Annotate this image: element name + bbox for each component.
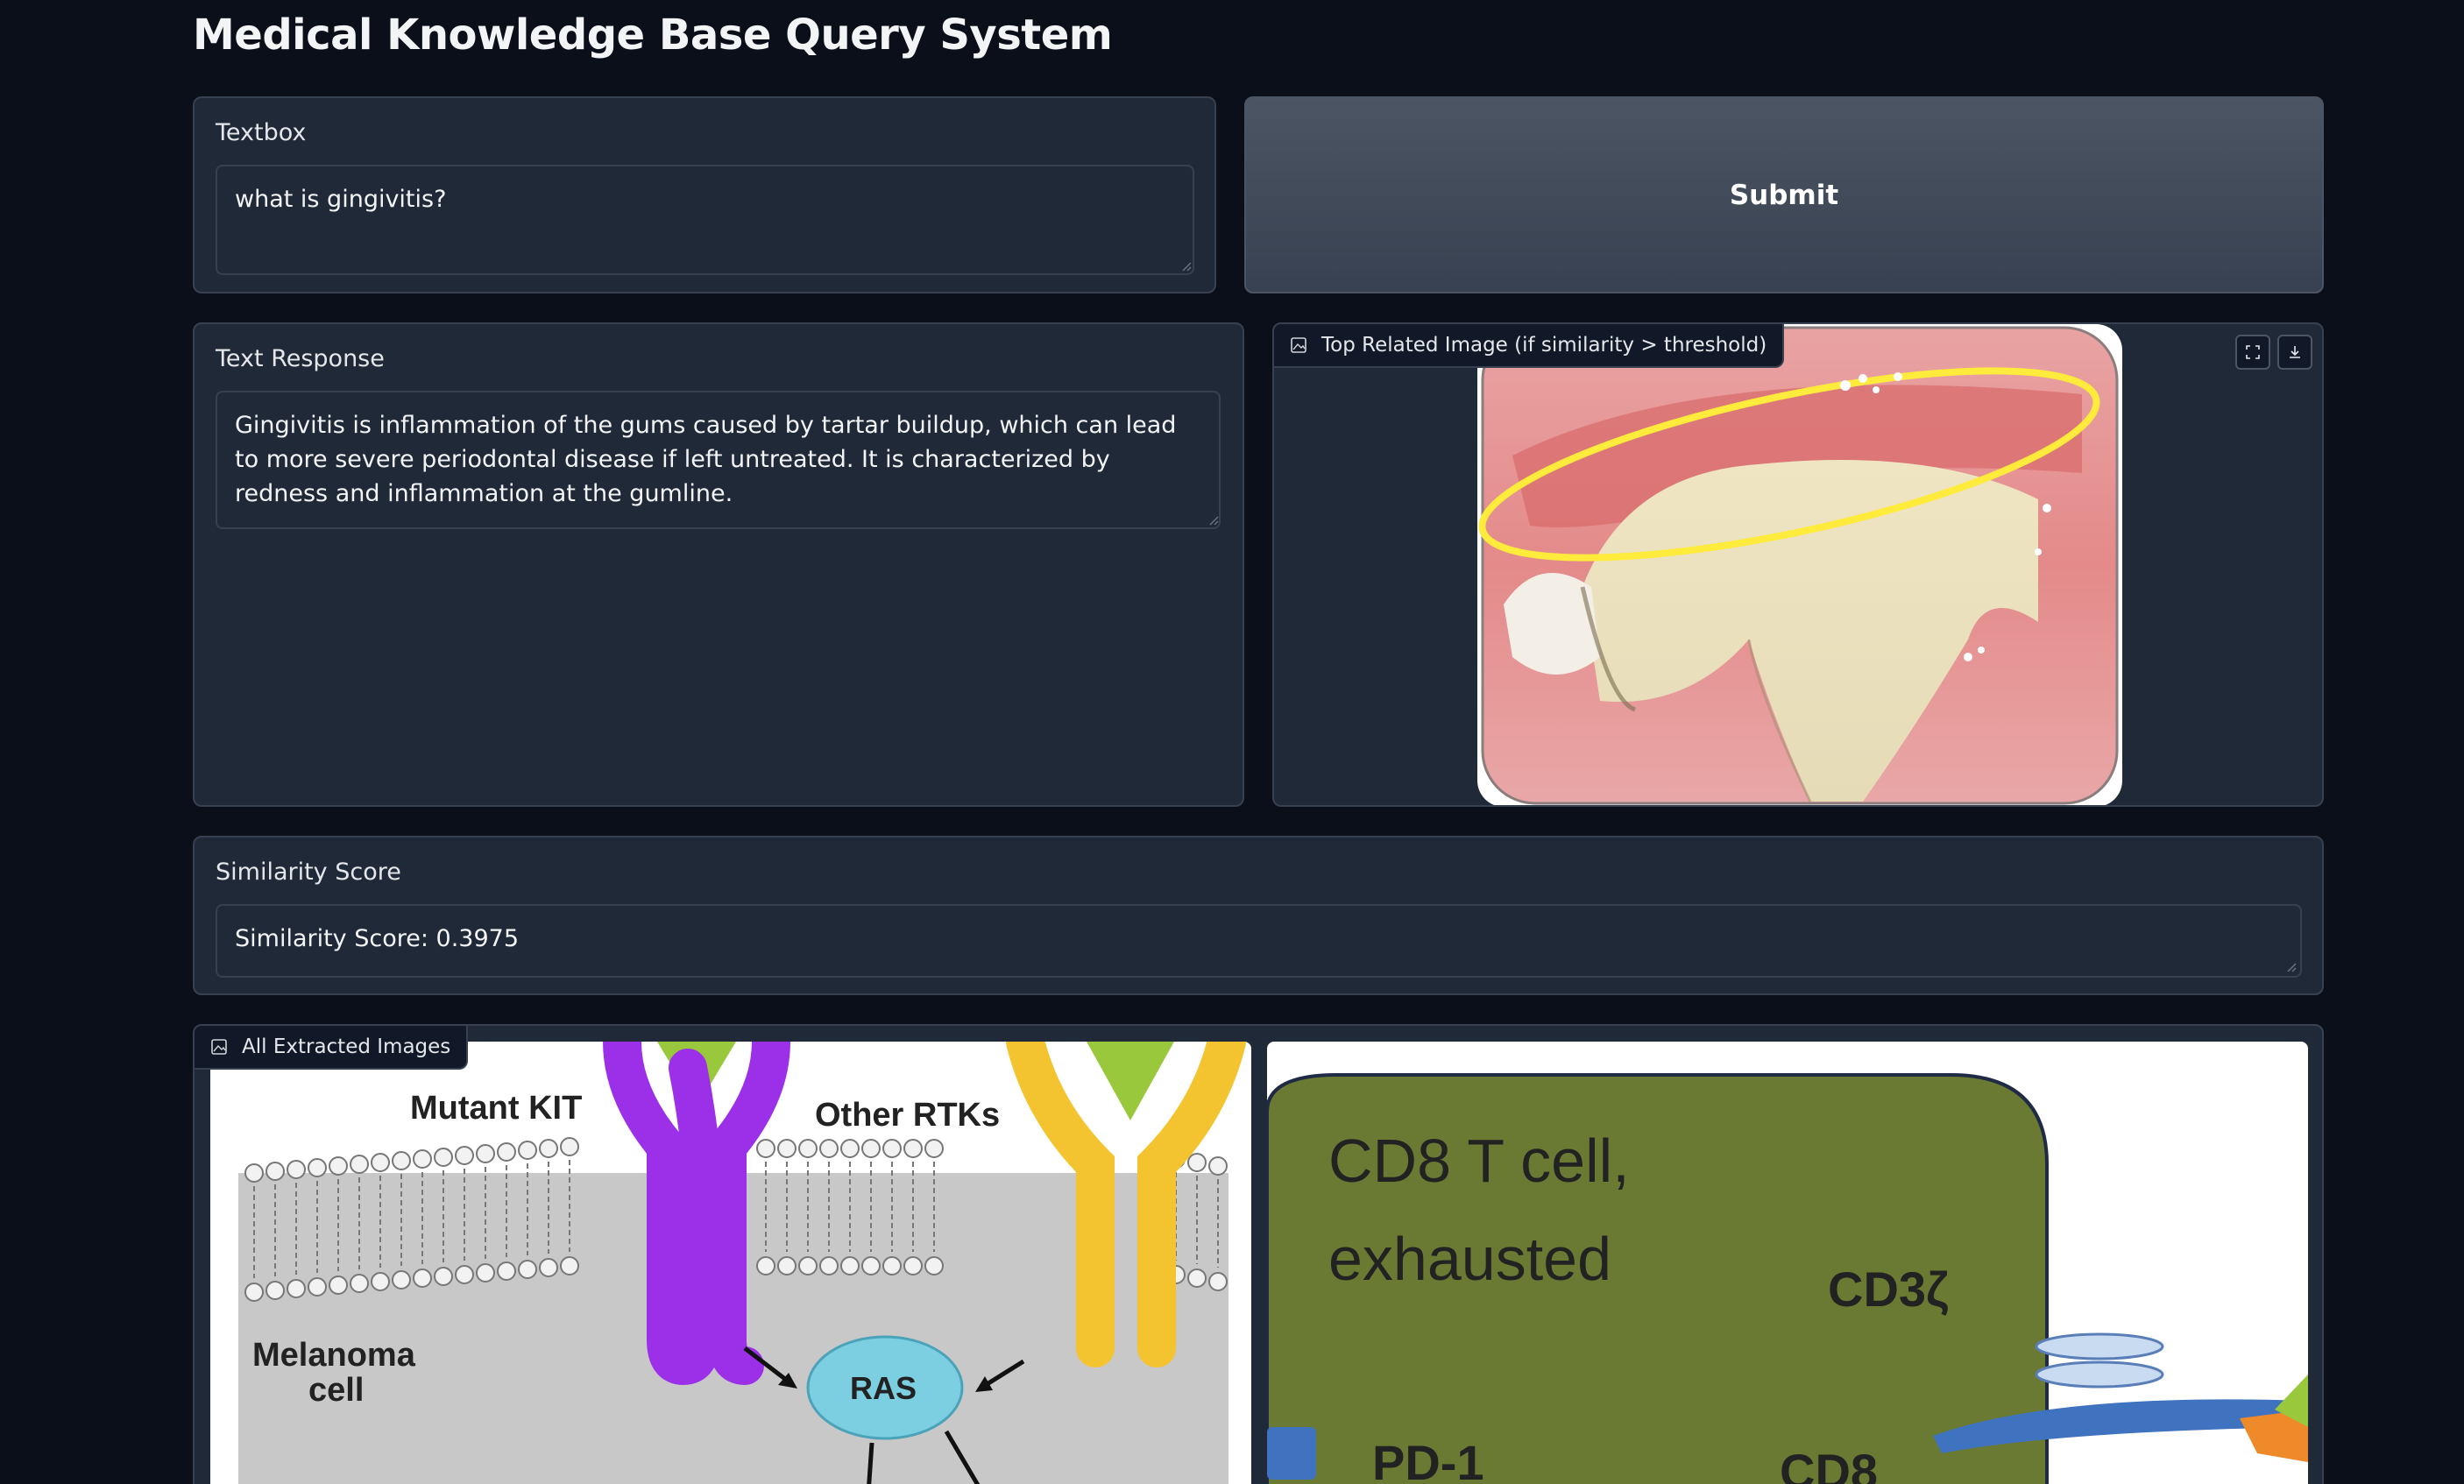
fullscreen-button[interactable] xyxy=(2235,335,2270,370)
pd1-label: PD-1 xyxy=(1372,1435,1484,1484)
melanoma-label-2: cell xyxy=(308,1372,364,1409)
cd8-cell-label-2: exhausted xyxy=(1328,1225,1611,1293)
other-rtks-label: Other RTKs xyxy=(815,1097,1000,1134)
cd8-cell-label-1: CD8 T cell, xyxy=(1328,1127,1630,1195)
resize-handle-icon[interactable] xyxy=(1179,259,1192,272)
ras-label: RAS xyxy=(850,1370,917,1406)
query-panel: Textbox what is gingivitis? xyxy=(193,96,1216,293)
response-panel: Text Response Gingivitis is inflammation… xyxy=(193,322,1244,807)
cd3z-label: CD3ζ xyxy=(1828,1261,1949,1317)
similarity-panel: Similarity Score Similarity Score: 0.397… xyxy=(193,836,2324,995)
top-image-label: Top Related Image (if similarity > thres… xyxy=(1321,334,1767,357)
cd8-label: CD8 xyxy=(1780,1444,1878,1484)
cd8-diagram: CD8 T cell, exhausted CD3ζ PD-1 CD8 xyxy=(1267,1073,2308,1484)
query-label: Textbox xyxy=(216,119,307,146)
download-button[interactable] xyxy=(2277,335,2312,370)
image-icon xyxy=(211,1039,227,1055)
resize-handle-icon[interactable] xyxy=(1207,513,1219,526)
page-title: Medical Knowledge Base Query System xyxy=(193,11,1113,60)
gallery-tag: All Extracted Images xyxy=(195,1026,469,1070)
top-image-panel: Top Related Image (if similarity > thres… xyxy=(1272,322,2324,807)
gallery-panel: Mutant KIT Other RTKs Melanoma cell RAS … xyxy=(193,1024,2324,1484)
download-icon xyxy=(2290,346,2300,358)
fullscreen-icon xyxy=(2246,345,2260,359)
query-input[interactable]: what is gingivitis? xyxy=(216,165,1194,275)
similarity-output[interactable]: Similarity Score: 0.3975 xyxy=(216,904,2302,978)
gallery-image-2[interactable]: CD8 T cell, exhausted CD3ζ PD-1 CD8 xyxy=(1267,1042,2308,1484)
mutant-kit-label: Mutant KIT xyxy=(410,1090,582,1127)
similarity-label: Similarity Score xyxy=(216,859,401,886)
top-image-tag: Top Related Image (if similarity > thres… xyxy=(1274,324,1785,368)
submit-button[interactable]: Submit xyxy=(1244,96,2324,293)
melanoma-diagram: Mutant KIT Other RTKs Melanoma cell RAS xyxy=(238,1042,1246,1484)
resize-handle-icon[interactable] xyxy=(2284,960,2297,972)
response-output[interactable]: Gingivitis is inflammation of the gums c… xyxy=(216,391,1221,529)
gingivitis-image xyxy=(1477,324,2122,805)
response-label: Text Response xyxy=(216,345,385,372)
gallery-image-1[interactable]: Mutant KIT Other RTKs Melanoma cell RAS xyxy=(210,1042,1251,1484)
gallery-label: All Extracted Images xyxy=(242,1035,451,1058)
melanoma-label-1: Melanoma xyxy=(252,1337,416,1374)
image-icon xyxy=(1291,337,1306,353)
